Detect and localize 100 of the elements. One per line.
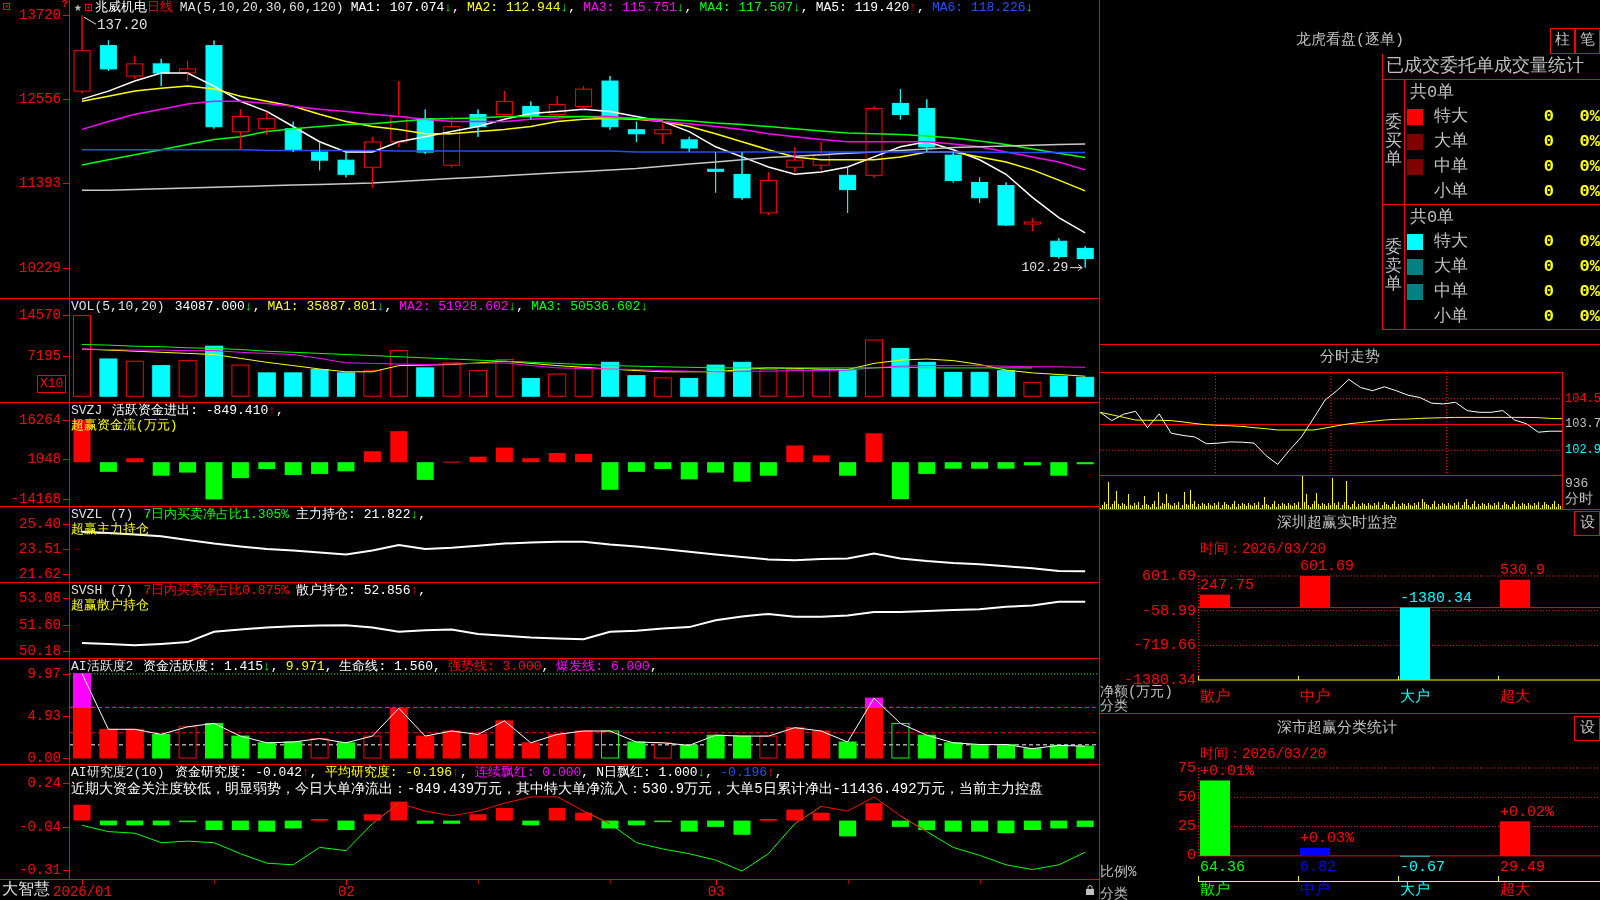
volume-bar — [917, 361, 936, 397]
settings-button[interactable]: 设 — [1574, 716, 1600, 741]
activity-bar — [310, 738, 329, 759]
research-bar — [416, 820, 434, 824]
research-bar — [733, 820, 751, 835]
volume-bar — [680, 377, 699, 397]
volume-bar — [152, 365, 171, 397]
category-label: 中户 — [1300, 689, 1330, 707]
volume-bar — [1049, 375, 1068, 397]
fund-flow-bar — [733, 462, 751, 482]
fund-flow-bar — [1050, 462, 1068, 476]
order-count: 0 — [1543, 232, 1554, 253]
order-size-label: 小单 — [1433, 306, 1468, 327]
change-label: +0.03% — [1300, 831, 1354, 847]
fund-flow-bar — [495, 447, 513, 463]
research-bar — [284, 820, 302, 829]
fund-flow-bar — [99, 462, 117, 472]
activity-bar — [653, 742, 672, 759]
fund-flow-bar — [891, 462, 909, 500]
fund-flow-bar — [786, 445, 804, 463]
research-bar — [258, 820, 276, 832]
date-axis-label: 2026/01 — [53, 885, 112, 900]
axis-tick-label: 75 — [1178, 760, 1196, 776]
category-label: 超大 — [1500, 689, 1530, 707]
date-axis-label: 03 — [707, 885, 725, 900]
fund-flow-bar — [311, 462, 329, 474]
research-bar — [469, 814, 487, 821]
group-label: 委买单 — [1385, 113, 1402, 171]
axis-tick-label: 12556 — [19, 92, 61, 107]
research-bar — [152, 820, 170, 826]
panel-title: 分时走势 — [1320, 347, 1380, 369]
volume-bar — [257, 372, 276, 397]
volume-bar — [997, 370, 1015, 397]
low-price-label: 102.29 — [1021, 260, 1069, 274]
order-size-label: 特大 — [1433, 107, 1468, 128]
order-size-label: 大单 — [1433, 257, 1468, 278]
fund-flow-bar — [1023, 462, 1041, 466]
order-count: 0 — [1543, 181, 1554, 202]
volume-bar — [310, 369, 329, 397]
activity-bar — [205, 722, 223, 759]
research-bar — [891, 820, 909, 827]
activity-bar — [469, 733, 487, 759]
fund-flow-bar — [839, 462, 857, 476]
bar-value-label: 601.69 — [1300, 559, 1354, 574]
fund-flow-bar — [363, 451, 381, 463]
date-label: 时间：2026/03/20 — [1200, 745, 1326, 762]
volume-bar — [521, 377, 540, 397]
order-size-label: 大单 — [1433, 132, 1468, 153]
bar-value-label: -0.67 — [1400, 860, 1445, 876]
activity-bar — [495, 720, 514, 759]
small-square-icon — [3, 3, 10, 10]
order-size-label: 中单 — [1433, 156, 1468, 177]
order-count: 0 — [1543, 306, 1554, 327]
activity-bar — [284, 741, 303, 759]
order-percent: 0% — [1579, 156, 1600, 177]
research-bar — [205, 820, 223, 831]
volume-bar — [178, 360, 197, 397]
favorite-star[interactable]: ★ — [74, 0, 82, 15]
view-toggle-button[interactable]: 柱 — [1550, 28, 1575, 54]
volume-bar — [389, 350, 408, 397]
category-label: 散户 — [1200, 882, 1230, 900]
fund-flow-bar — [812, 455, 830, 463]
axis-tick-label: 9.97 — [27, 666, 61, 681]
bar-value-label: 64.36 — [1200, 860, 1245, 876]
axis-tick-label: 25 — [1178, 819, 1196, 835]
date-axis-label: 02 — [338, 885, 355, 900]
indicator-header: SVSH (7) 7日内买卖净占比0.875% 散户持仓: 52.856↑, — [71, 583, 428, 598]
fund-flow-bar — [284, 462, 302, 475]
research-bar — [179, 820, 197, 823]
activity-bar — [521, 742, 540, 759]
activity-bar — [548, 733, 567, 759]
change-label: +0.02% — [1500, 804, 1554, 820]
indicator-header: AI活跃度2 资金活跃度: 1.415↓, 9.971, 生命线: 1.560, 强势线: 3.000, 爆发线: 6.000, — [71, 659, 659, 674]
category-label: 散户 — [1200, 689, 1230, 707]
fund-flow-bar — [997, 462, 1015, 469]
panel-title: 龙虎看盘(逐单) — [1296, 30, 1404, 51]
view-toggle-button[interactable]: 笔 — [1575, 28, 1600, 54]
fund-flow-bar — [944, 462, 962, 469]
order-size-label: 特大 — [1433, 232, 1468, 253]
research-bar — [680, 820, 698, 832]
fund-flow-bar — [759, 462, 777, 476]
chart-header: 兆威机电日线 MA(5,10,20,30,60,120) MA1: 107.074↓, MA2: 112.944↓, MA3: 115.751↓, MA4: 117.507↓, MA5: 119.420↑, MA6: 118.226↓ — [94, 0, 1035, 15]
volume-bar — [99, 358, 118, 397]
order-count: 0 — [1543, 132, 1554, 153]
activity-bar — [363, 735, 382, 759]
volume-bar — [627, 375, 646, 397]
category-label: 大户 — [1400, 882, 1430, 900]
settings-button[interactable]: 设 — [1574, 511, 1600, 536]
axis-tick-label: 13720 — [19, 8, 61, 23]
axis-mark: ? — [61, 0, 68, 9]
axis-tick-label: 16264 — [19, 412, 61, 427]
activity-bar — [601, 730, 619, 759]
fund-flow-bar — [865, 433, 883, 463]
activity-bar — [733, 735, 751, 759]
order-percent: 0% — [1579, 306, 1600, 327]
activity-bar — [337, 742, 355, 759]
fund-flow-bar — [469, 456, 487, 463]
activity-bar — [125, 728, 144, 759]
activity-bar — [680, 744, 699, 759]
bar-value-label: -1380.34 — [1400, 590, 1472, 606]
